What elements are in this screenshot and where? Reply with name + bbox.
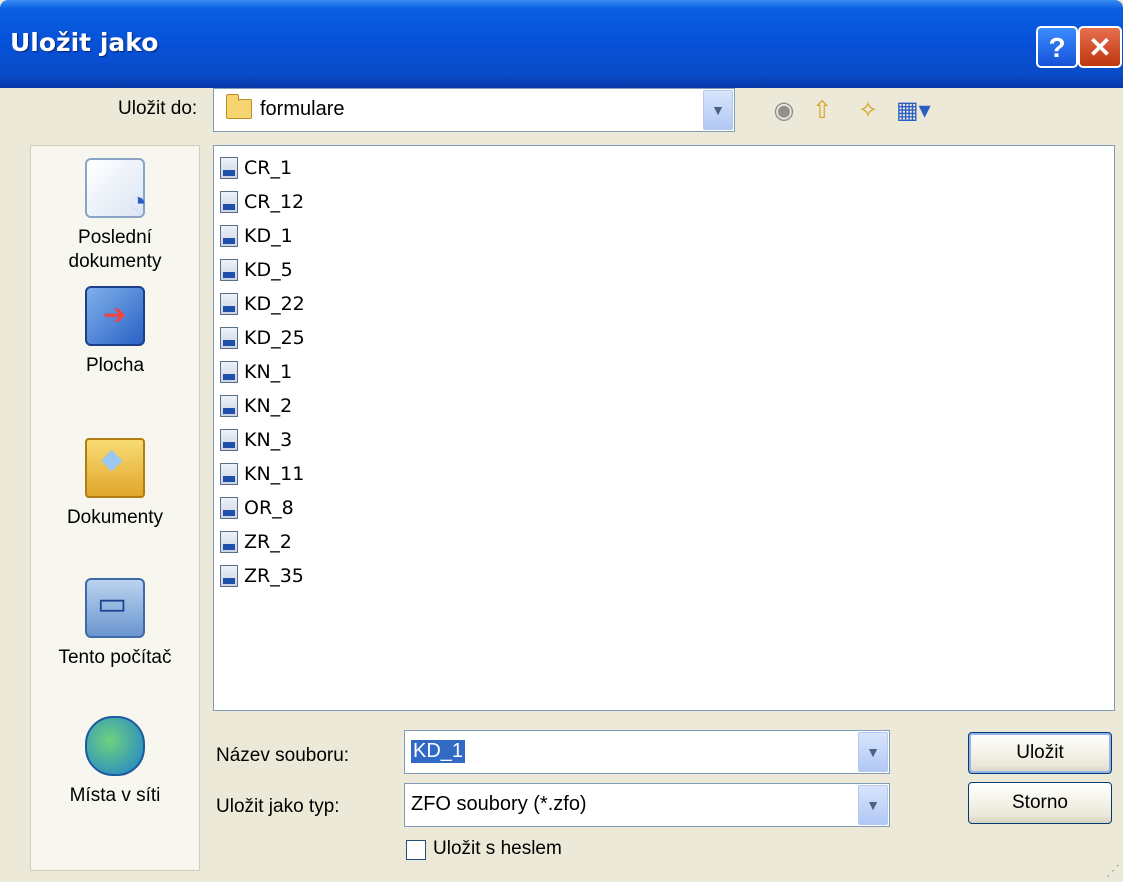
filetype-combo[interactable]: ZFO soubory (*.zfo) ▼ (404, 783, 890, 827)
file-icon (220, 225, 238, 247)
network-places-icon (85, 716, 145, 776)
file-icon (220, 327, 238, 349)
file-icon (220, 429, 238, 451)
up-folder-icon[interactable]: ⇧ (806, 95, 838, 127)
place-label: Poslední dokumenty (68, 227, 162, 272)
file-name: KD_1 (244, 225, 293, 247)
place-my-documents[interactable]: Dokumenty (31, 438, 199, 530)
file-name: ZR_2 (244, 531, 292, 553)
file-icon (220, 259, 238, 281)
places-bar: Poslední dokumenty Plocha Dokumenty Tent… (30, 145, 200, 871)
view-menu-icon[interactable]: ▦▾ (896, 95, 931, 127)
file-name: ZR_35 (244, 565, 304, 587)
close-button[interactable]: ✕ (1078, 26, 1122, 68)
place-recent-documents[interactable]: Poslední dokumenty (31, 158, 199, 274)
title-bar: Uložit jako ? ✕ (0, 0, 1123, 88)
filename-combo[interactable]: KD_1 ▼ (404, 730, 890, 774)
chevron-down-icon[interactable]: ▼ (703, 90, 733, 130)
save-with-password-label: Uložit s heslem (433, 838, 562, 859)
place-label: Tento počítač (58, 647, 172, 668)
file-name: KN_2 (244, 395, 293, 417)
file-icon (220, 531, 238, 553)
back-icon[interactable]: ◉ (768, 95, 800, 127)
filetype-value: ZFO soubory (*.zfo) (411, 793, 587, 815)
chevron-down-icon[interactable]: ▼ (858, 732, 888, 772)
my-documents-icon (85, 438, 145, 498)
place-desktop[interactable]: Plocha (31, 286, 199, 378)
file-icon (220, 191, 238, 213)
file-icon (220, 157, 238, 179)
chevron-down-icon[interactable]: ▼ (858, 785, 888, 825)
file-name: KN_3 (244, 429, 293, 451)
folder-icon (226, 94, 252, 119)
place-label: Místa v síti (69, 785, 161, 806)
file-name: CR_12 (244, 191, 305, 213)
recent-documents-icon (85, 158, 147, 220)
filename-input[interactable]: KD_1 (411, 740, 466, 763)
place-my-computer[interactable]: Tento počítač (31, 578, 199, 670)
save-in-label: Uložit do: (118, 98, 198, 119)
window-title: Uložit jako (10, 28, 159, 57)
file-icon (220, 497, 238, 519)
file-icon (220, 565, 238, 587)
file-name: KD_25 (244, 327, 305, 349)
file-name: KN_1 (244, 361, 293, 383)
file-icon (220, 293, 238, 315)
cancel-button[interactable]: Storno (968, 782, 1112, 824)
file-name: CR_1 (244, 157, 293, 179)
new-folder-icon[interactable]: ✧ (852, 95, 884, 127)
file-icon (220, 463, 238, 485)
file-name: KN_11 (244, 463, 305, 485)
filename-label: Název souboru: (216, 745, 350, 766)
save-in-combo[interactable]: formulare ▼ (213, 88, 735, 132)
my-computer-icon (85, 578, 145, 638)
file-icon (220, 395, 238, 417)
file-name: KD_22 (244, 293, 305, 315)
resize-grip-icon[interactable]: ⋰ (1106, 862, 1120, 879)
place-label: Plocha (85, 355, 145, 376)
place-label: Dokumenty (66, 507, 164, 528)
file-name: KD_5 (244, 259, 293, 281)
desktop-icon (85, 286, 145, 346)
save-button[interactable]: Uložit (968, 732, 1112, 774)
file-name: OR_8 (244, 497, 294, 519)
file-icon (220, 361, 238, 383)
save-with-password-checkbox[interactable] (406, 840, 426, 860)
filetype-label: Uložit jako typ: (216, 796, 340, 817)
help-button[interactable]: ? (1036, 26, 1078, 68)
place-network[interactable]: Místa v síti (31, 716, 199, 808)
save-in-value: formulare (260, 98, 345, 120)
file-list[interactable]: CR_1 CR_12 KD_1 KD_5 KD_22 KD_25 KN_1 KN… (213, 145, 1115, 711)
